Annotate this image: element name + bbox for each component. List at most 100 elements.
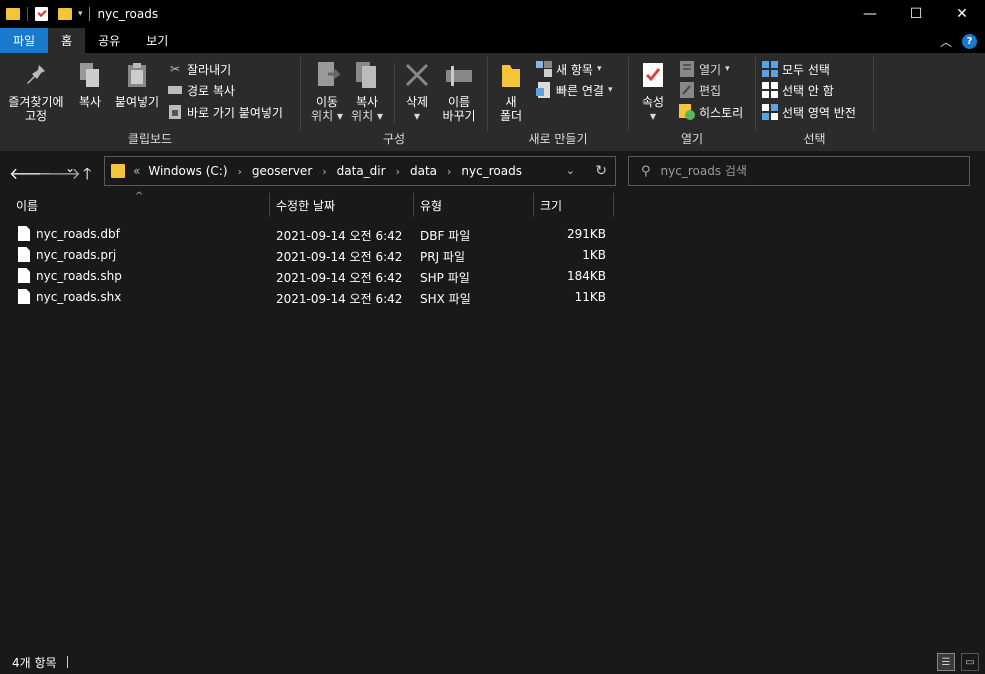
new-item-label: 새 항목 <box>556 62 593 77</box>
properties-icon[interactable] <box>35 7 48 21</box>
collapse-ribbon-icon[interactable]: ︿ <box>940 33 952 50</box>
history-button[interactable]: 히스토리 <box>679 102 743 122</box>
window-controls: — ☐ ✕ <box>847 0 985 28</box>
column-header-modified[interactable]: 수정한 날짜 <box>276 193 335 217</box>
paste-shortcut-icon <box>167 104 183 120</box>
column-header-name[interactable]: 이름 <box>16 193 38 217</box>
copy-icon <box>74 59 106 91</box>
details-view-icon[interactable]: ☰ <box>937 653 955 671</box>
file-row[interactable]: nyc_roads.shx 2021-09-14 오전 6:42 SHX 파일 … <box>0 287 985 308</box>
paste-shortcut-button[interactable]: 바로 가기 붙여넣기 <box>167 102 283 122</box>
tab-view[interactable]: 보기 <box>133 28 181 53</box>
close-button[interactable]: ✕ <box>939 0 985 28</box>
invert-selection-button[interactable]: 선택 영역 반전 <box>762 102 856 122</box>
properties-label: 속성 <box>641 95 665 109</box>
select-group-label: 선택 <box>803 132 826 146</box>
open-group: 속성 ▾ 열기 ▾ 편집 히스토리 열기 <box>629 53 755 151</box>
copy-label: 복사 <box>78 95 102 109</box>
recent-locations-button[interactable]: ⌄ <box>65 161 75 175</box>
divider <box>88 7 90 21</box>
divider[interactable] <box>413 193 414 217</box>
rename-button[interactable]: 이름 바꾸기 <box>439 59 479 123</box>
paste-shortcut-label: 바로 가기 붙여넣기 <box>187 105 283 120</box>
search-box[interactable]: ⚲ <box>628 156 970 186</box>
delete-button[interactable]: 삭제 ▾ <box>399 59 435 123</box>
copy-to-button[interactable]: 복사 위치 ▾ <box>347 59 387 123</box>
open-label: 열기 <box>699 62 722 77</box>
paste-label: 붙여넣기 <box>114 95 160 109</box>
file-row[interactable]: nyc_roads.dbf 2021-09-14 오전 6:42 DBF 파일 … <box>0 224 985 245</box>
new-folder-button[interactable]: 새 폴더 <box>494 59 528 123</box>
new-item-icon <box>536 61 552 77</box>
breadcrumb-item[interactable]: nyc_roads <box>461 164 522 178</box>
paste-button[interactable]: 붙여넣기 <box>112 59 162 109</box>
file-row[interactable]: nyc_roads.shp 2021-09-14 오전 6:42 SHP 파일 … <box>0 266 985 287</box>
cut-button[interactable]: ✂ 잘라내기 <box>167 59 231 79</box>
divider <box>873 57 874 131</box>
new-folder-icon[interactable] <box>58 8 72 20</box>
breadcrumb-overflow[interactable]: « <box>133 164 140 178</box>
open-button[interactable]: 열기 ▾ <box>679 59 730 79</box>
divider[interactable] <box>533 193 534 217</box>
new-item-button[interactable]: 새 항목 ▾ <box>536 59 601 79</box>
new-group: 새 폴더 새 항목 ▾ 빠른 연결 ▾ 새로 만들기 <box>488 53 628 151</box>
maximize-button[interactable]: ☐ <box>893 0 939 28</box>
clipboard-group: 즐겨찾기에 고정 복사 붙여넣기 ✂ 잘라내기 경로 복사 바로 가기 붙여넣기 <box>0 53 300 151</box>
breadcrumb-item[interactable]: geoserver › <box>252 164 327 178</box>
folder-icon[interactable] <box>6 8 20 20</box>
paste-icon <box>121 59 153 91</box>
tab-file[interactable]: 파일 <box>0 28 49 53</box>
divider[interactable] <box>269 193 270 217</box>
breadcrumb-item[interactable]: Windows (C:) › <box>148 164 242 178</box>
tab-home[interactable]: 홈 <box>48 28 86 53</box>
file-row[interactable]: nyc_roads.prj 2021-09-14 오전 6:42 PRJ 파일 … <box>0 245 985 266</box>
pin-to-quick-access-button[interactable]: 즐겨찾기에 고정 <box>5 59 67 123</box>
address-bar[interactable]: « Windows (C:) › geoserver › data_dir › dat… <box>104 156 616 186</box>
tab-share[interactable]: 공유 <box>85 28 133 53</box>
column-header-type[interactable]: 유형 <box>420 193 442 217</box>
edit-label: 편집 <box>699 83 722 98</box>
properties-button[interactable]: 속성 ▾ <box>635 59 671 123</box>
select-none-button[interactable]: 선택 안 함 <box>762 80 834 100</box>
customize-dropdown-icon[interactable]: ▾ <box>78 9 83 19</box>
scissors-icon: ✂ <box>169 62 181 76</box>
properties-icon <box>637 59 669 91</box>
up-button[interactable]: 🡑 <box>83 163 91 190</box>
large-icons-view-icon[interactable]: ▭ <box>961 653 979 671</box>
copy-button[interactable]: 복사 <box>72 59 108 109</box>
easy-access-button[interactable]: 빠른 연결 ▾ <box>536 80 613 100</box>
minimize-button[interactable]: — <box>847 0 893 28</box>
file-list: nyc_roads.dbf 2021-09-14 오전 6:42 DBF 파일 … <box>0 224 985 308</box>
move-to-button[interactable]: 이동 위치 ▾ <box>307 59 347 123</box>
file-name: nyc_roads.shp <box>36 269 122 283</box>
file-size: 291KB <box>566 227 606 241</box>
easy-access-icon <box>536 82 552 98</box>
delete-dropdown-icon[interactable]: ▾ <box>414 109 420 123</box>
refresh-icon[interactable]: ↻ <box>595 163 607 179</box>
item-count: 4개 항목 <box>12 655 57 670</box>
breadcrumb-item[interactable]: data_dir › <box>337 164 400 178</box>
copy-path-button[interactable]: 경로 복사 <box>167 80 235 100</box>
view-toggle: ☰ ▭ <box>937 653 979 671</box>
ribbon: 즐겨찾기에 고정 복사 붙여넣기 ✂ 잘라내기 경로 복사 바로 가기 붙여넣기 <box>0 53 985 151</box>
column-headers: ^ 이름 수정한 날짜 유형 크기 <box>0 191 985 217</box>
select-none-icon <box>762 82 778 98</box>
breadcrumb-item[interactable]: data › <box>410 164 451 178</box>
help-icon[interactable]: ? <box>962 34 977 49</box>
column-header-size[interactable]: 크기 <box>540 193 562 217</box>
invert-selection-icon <box>762 104 778 120</box>
rename-label-line2: 바꾸기 <box>442 109 476 123</box>
delete-label: 삭제 <box>405 95 429 109</box>
select-group: 모두 선택 선택 안 함 선택 영역 반전 선택 <box>756 53 873 151</box>
properties-dropdown-icon[interactable]: ▾ <box>650 109 656 123</box>
edit-button[interactable]: 편집 <box>679 80 721 100</box>
select-all-button[interactable]: 모두 선택 <box>762 59 830 79</box>
search-input[interactable] <box>660 164 941 178</box>
address-dropdown-icon[interactable]: ⌄ <box>566 164 575 177</box>
organize-group: 이동 위치 ▾ 복사 위치 ▾ 삭제 ▾ 이름 바꾸기 구성 <box>301 53 487 151</box>
pin-label-line2: 고정 <box>24 109 48 123</box>
divider[interactable] <box>613 193 614 217</box>
move-label-line2: 위치 ▾ <box>311 109 343 123</box>
organize-group-label: 구성 <box>382 132 406 146</box>
window-title: nyc_roads <box>97 7 159 21</box>
